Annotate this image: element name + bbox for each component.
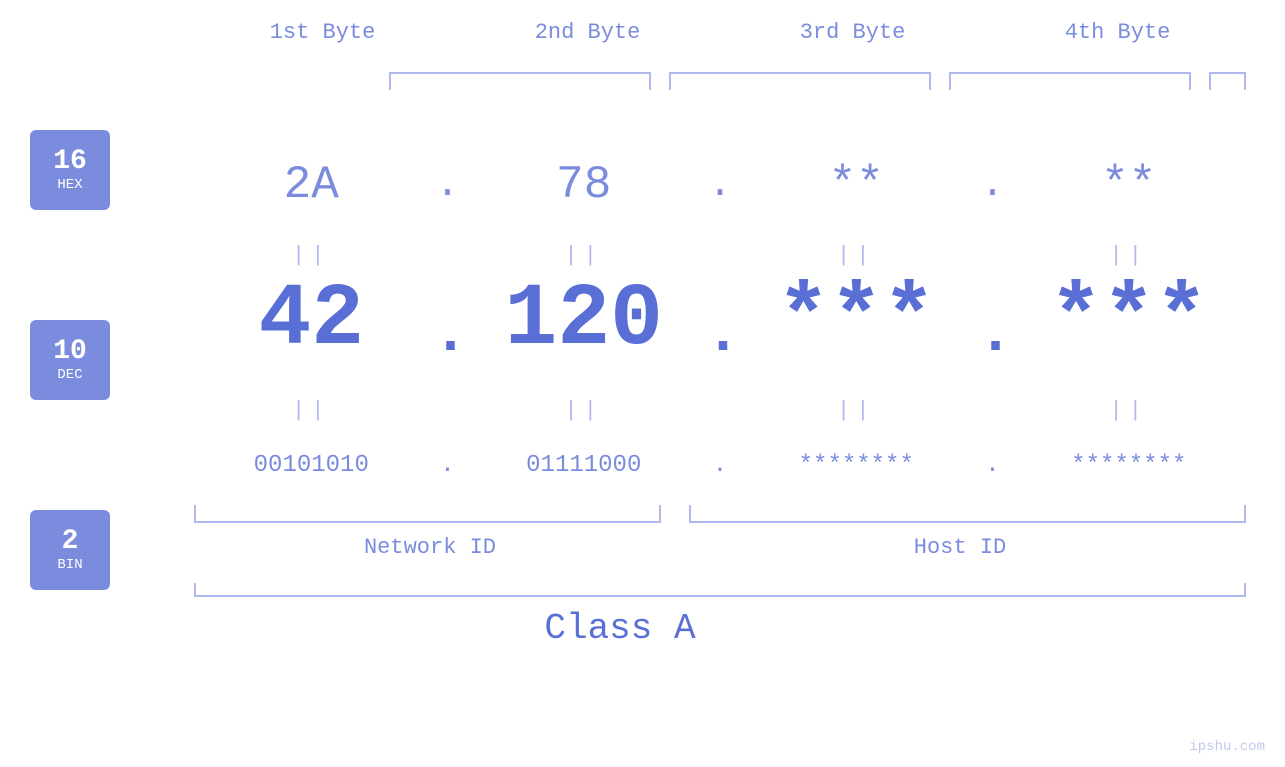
base-labels: 16 HEX 10 DEC 2 BIN (30, 130, 110, 590)
dec-dot1: . (433, 271, 463, 369)
dec-label: DEC (57, 367, 82, 383)
bin-b3: ******** (735, 452, 978, 479)
byte2-header: 2nd Byte (455, 20, 720, 45)
hex-dot1: . (433, 163, 463, 208)
dec-num: 10 (53, 337, 87, 368)
dec-dot3: . (978, 271, 1008, 369)
bin-b1: 00101010 (190, 452, 433, 479)
hex-b1: 2A (190, 159, 433, 211)
byte-headers: 1st Byte 2nd Byte 3rd Byte 4th Byte (190, 20, 1250, 45)
byte1-header: 1st Byte (190, 20, 455, 45)
eq1-b4: || (1008, 243, 1251, 268)
eq1-b1: || (190, 243, 433, 268)
dec-b1: 42 (190, 271, 433, 370)
watermark: ipshu.com (1189, 739, 1265, 755)
equals-row-2: || || || || (190, 390, 1250, 430)
eq1-b2: || (463, 243, 706, 268)
hex-b3: ** (735, 159, 978, 211)
dec-row: 42 . 120 . *** . *** (190, 265, 1250, 375)
bin-label: BIN (57, 557, 82, 573)
class-label: Class A (0, 608, 1240, 649)
hex-row: 2A . 78 . ** . ** (190, 145, 1250, 225)
bin-badge: 2 BIN (30, 510, 110, 590)
bin-row: 00101010 . 01111000 . ******** . *******… (190, 430, 1250, 500)
byte4-header: 4th Byte (985, 20, 1250, 45)
eq2-b1: || (190, 398, 433, 423)
hex-b2: 78 (463, 159, 706, 211)
dec-b3: *** (735, 271, 978, 370)
network-id-label: Network ID (190, 535, 670, 560)
hex-b4: ** (1008, 159, 1251, 211)
id-labels: Network ID Host ID (190, 535, 1250, 560)
dec-b4: *** (1008, 271, 1251, 370)
bin-dot1: . (433, 452, 463, 479)
bin-b2: 01111000 (463, 452, 706, 479)
hex-label: HEX (57, 177, 82, 193)
hex-num: 16 (53, 147, 87, 178)
bin-dot3: . (978, 452, 1008, 479)
hex-dot2: . (705, 163, 735, 208)
hex-badge: 16 HEX (30, 130, 110, 210)
dec-dot2: . (705, 271, 735, 369)
byte3-header: 3rd Byte (720, 20, 985, 45)
eq2-b4: || (1008, 398, 1251, 423)
top-brackets-svg (190, 65, 1250, 93)
hex-dot3: . (978, 163, 1008, 208)
bin-num: 2 (62, 527, 79, 558)
host-id-label: Host ID (670, 535, 1250, 560)
outer-bracket-svg (190, 578, 1250, 598)
eq1-b3: || (735, 243, 978, 268)
main-container: 1st Byte 2nd Byte 3rd Byte 4th Byte 16 H… (0, 0, 1285, 767)
dec-badge: 10 DEC (30, 320, 110, 400)
eq2-b3: || (735, 398, 978, 423)
dec-b2: 120 (463, 271, 706, 370)
bin-b4: ******** (1008, 452, 1251, 479)
eq2-b2: || (463, 398, 706, 423)
bin-dot2: . (705, 452, 735, 479)
bottom-brackets-svg (190, 500, 1250, 530)
